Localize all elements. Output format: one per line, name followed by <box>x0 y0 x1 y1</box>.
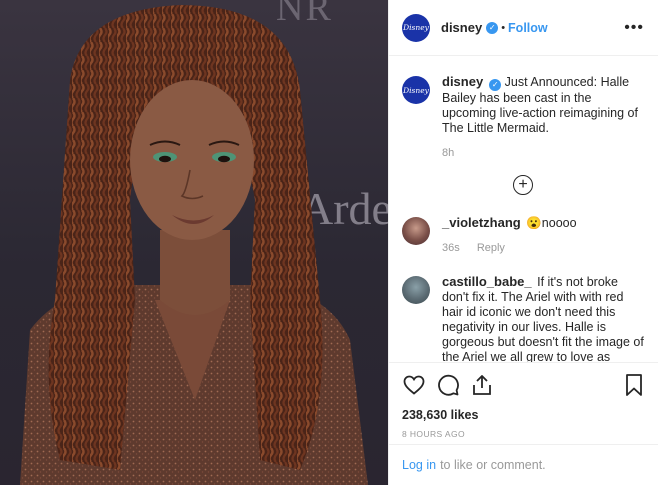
verified-badge-icon: ✓ <box>489 78 502 91</box>
comment-meta: 36s Reply <box>442 241 644 256</box>
comment-item: _violetzhang 😮noooo 36s Reply <box>402 215 644 256</box>
caption-avatar[interactable]: Disney <box>402 76 430 104</box>
post-timestamp[interactable]: 8 HOURS AGO <box>402 429 644 439</box>
login-prompt: Log in to like or comment. <box>389 444 658 485</box>
share-icon[interactable] <box>470 373 494 397</box>
comment-avatar[interactable] <box>402 216 430 245</box>
reply-button[interactable]: Reply <box>477 242 505 254</box>
comments-list[interactable]: Disney disney ✓ Just Announced: Halle Bai… <box>389 57 658 362</box>
caption: Disney disney ✓ Just Announced: Halle Bai… <box>402 57 644 161</box>
caption-age[interactable]: 8h <box>442 147 454 159</box>
post-sidebar: Disney disney ✓ • Follow ••• Disney disn… <box>388 0 658 485</box>
action-icons <box>402 373 644 397</box>
account-username[interactable]: disney <box>441 20 482 35</box>
comment-item: castillo_babe_ If it's not broke don't f… <box>402 274 644 363</box>
comment-body: castillo_babe_ If it's not broke don't f… <box>442 274 644 363</box>
plus-circle-icon[interactable]: + <box>513 174 533 195</box>
comment-username[interactable]: castillo_babe_ <box>442 274 532 289</box>
more-options-icon[interactable]: ••• <box>624 19 644 36</box>
verified-badge-icon: ✓ <box>486 21 499 34</box>
comment-age[interactable]: 36s <box>442 242 460 254</box>
follow-button[interactable]: Follow <box>508 21 548 35</box>
comment-icon[interactable] <box>436 373 460 397</box>
separator-dot: • <box>501 21 506 34</box>
comment-text: 😮noooo <box>526 215 577 230</box>
comment-avatar[interactable] <box>402 275 430 304</box>
like-count[interactable]: 238,630 likes <box>402 408 644 422</box>
portrait-illustration <box>20 5 368 485</box>
caption-username[interactable]: disney <box>442 74 483 89</box>
load-more-comments: + <box>402 174 644 195</box>
action-bar: 238,630 likes 8 HOURS AGO <box>389 362 658 439</box>
bookmark-icon[interactable] <box>624 373 644 397</box>
account-avatar[interactable]: Disney <box>402 13 430 42</box>
caption-meta: 8h <box>442 146 644 161</box>
login-text: to like or comment. <box>440 458 546 472</box>
post-photo: NR Arde <box>0 0 388 485</box>
heart-icon[interactable] <box>402 373 426 397</box>
comment-body: _violetzhang 😮noooo 36s Reply <box>442 215 644 256</box>
comment-username[interactable]: _violetzhang <box>442 215 521 230</box>
caption-body: disney ✓ Just Announced: Halle Bailey has… <box>442 74 644 161</box>
face <box>130 80 254 240</box>
post-header: Disney disney ✓ • Follow ••• <box>389 0 658 56</box>
login-link[interactable]: Log in <box>402 458 436 472</box>
